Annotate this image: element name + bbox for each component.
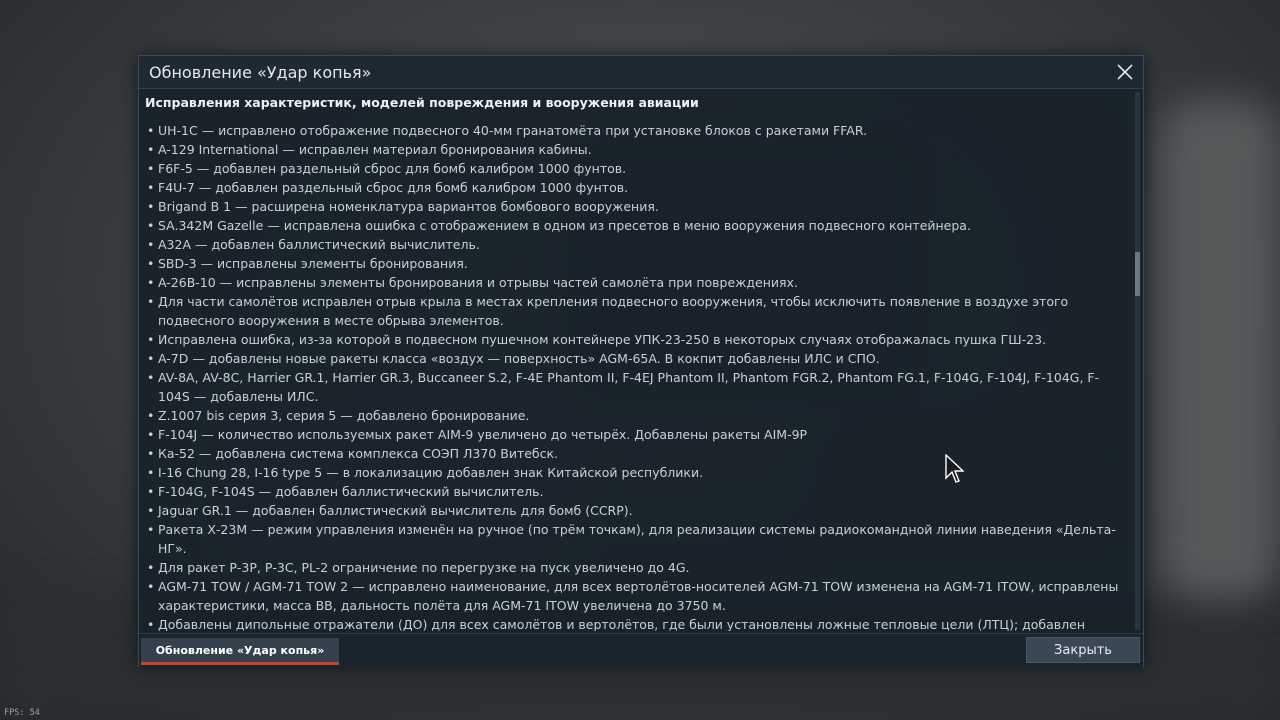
- fps-counter: FPS: 54: [4, 708, 40, 718]
- close-button[interactable]: Закрыть: [1026, 637, 1140, 663]
- changelog-item: I-16 Chung 28, I-16 type 5 — в локализац…: [147, 463, 1123, 482]
- changelog-item: Jaguar GR.1 — добавлен баллистический вы…: [147, 501, 1123, 520]
- changelog-item: AV-8A, AV-8C, Harrier GR.1, Harrier GR.3…: [147, 368, 1123, 406]
- changelog-item: A-7D — добавлены новые ракеты класса «во…: [147, 349, 1123, 368]
- changelog-item: Добавлены дипольные отражатели (ДО) для …: [147, 615, 1123, 631]
- changelog-item: F-104J — количество используемых ракет A…: [147, 425, 1123, 444]
- close-icon[interactable]: [1114, 61, 1136, 83]
- changelog-item: Для ракет Р-3Р, Р-3С, PL-2 ограничение п…: [147, 558, 1123, 577]
- scrollbar-thumb[interactable]: [1135, 252, 1140, 296]
- changelog-item: Исправлена ошибка, из-за которой в подве…: [147, 330, 1123, 349]
- background-shape: [1160, 100, 1280, 600]
- changelog-item: SBD-3 — исправлены элементы бронирования…: [147, 254, 1123, 273]
- changelog-item: F4U-7 — добавлен раздельный сброс для бо…: [147, 178, 1123, 197]
- tab-update[interactable]: Обновление «Удар копья»: [141, 638, 339, 665]
- update-dialog: Обновление «Удар копья» Исправления хара…: [138, 55, 1144, 667]
- changelog-item: A32A — добавлен баллистический вычислите…: [147, 235, 1123, 254]
- changelog-item: SA.342M Gazelle — исправлена ошибка с от…: [147, 216, 1123, 235]
- changelog-item: AGM-71 TOW / AGM-71 TOW 2 — исправлено н…: [147, 577, 1123, 615]
- changelog-item: F6F-5 — добавлен раздельный сброс для бо…: [147, 159, 1123, 178]
- dialog-titlebar: Обновление «Удар копья»: [139, 56, 1143, 89]
- section-title: Исправления характеристик, моделей повре…: [145, 95, 699, 110]
- mouse-cursor-icon: [944, 453, 965, 488]
- changelog-item: Brigand B 1 — расширена номенклатура вар…: [147, 197, 1123, 216]
- changelog-item: A-26B-10 — исправлены элементы бронирова…: [147, 273, 1123, 292]
- changelog-item: F-104G, F-104S — добавлен баллистический…: [147, 482, 1123, 501]
- changelog-item: Для части самолётов исправлен отрыв крыл…: [147, 292, 1123, 330]
- changelog-item: A-129 International — исправлен материал…: [147, 140, 1123, 159]
- changelog-list: UH-1C — исправлено отображение подвесног…: [147, 121, 1123, 631]
- changelog-item: Ракета Х-23М — режим управления изменён …: [147, 520, 1123, 558]
- changelog-item: UH-1C — исправлено отображение подвесног…: [147, 121, 1123, 140]
- dialog-footer: Обновление «Удар копья» Закрыть: [139, 633, 1143, 667]
- scrollbar[interactable]: [1135, 92, 1140, 630]
- changelog-item: Ка-52 — добавлена система комплекса СОЭП…: [147, 444, 1123, 463]
- dialog-title: Обновление «Удар копья»: [149, 63, 372, 82]
- changelog-content[interactable]: Исправления характеристик, моделей повре…: [139, 89, 1135, 631]
- changelog-item: Z.1007 bis серия 3, серия 5 — добавлено …: [147, 406, 1123, 425]
